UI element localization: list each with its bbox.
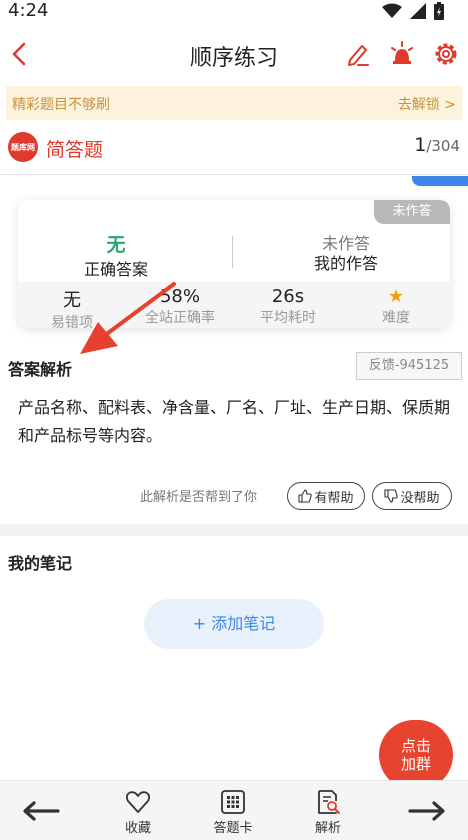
analysis-tab-label: 解析 xyxy=(314,821,341,836)
add-note-button[interactable]: + 添加笔记 xyxy=(144,599,324,649)
status-time: 4:24 xyxy=(8,0,49,21)
banner-text: 精彩题目不够刷 xyxy=(12,97,110,113)
edit-pen-icon[interactable] xyxy=(344,40,372,68)
section-separator xyxy=(0,524,468,536)
notes-title: 我的笔记 xyxy=(8,554,73,573)
favorite-label: 收藏 xyxy=(124,821,151,836)
stat-value: 26s xyxy=(271,286,305,307)
helpful-question: 此解析是否帮到了你 xyxy=(140,490,258,505)
divider xyxy=(0,174,468,175)
correct-answer-label: 正确答案 xyxy=(83,260,148,279)
my-answer-label: 我的作答 xyxy=(313,254,378,273)
stat-label: 平均耗时 xyxy=(260,310,316,326)
unlock-link[interactable]: 去解锁 > xyxy=(398,94,456,114)
answer-sheet-label: 答题卡 xyxy=(213,821,253,836)
stat-avg-time: 26s 平均耗时 xyxy=(234,282,342,327)
status-icons xyxy=(382,2,444,20)
analysis-title: 答案解析 xyxy=(8,360,73,379)
helpful-yes-button[interactable]: 有帮助 xyxy=(287,482,365,510)
question-bank-logo: 题库网 xyxy=(8,132,38,162)
signal-icon xyxy=(410,3,426,19)
helpful-yes-label: 有帮助 xyxy=(314,490,354,506)
night-mode-lamp-icon[interactable] xyxy=(388,40,416,68)
next-arrow-icon[interactable] xyxy=(408,801,446,821)
answer-status-tag: 未作答 xyxy=(374,200,450,224)
stat-difficulty: ★ 难度 xyxy=(342,282,450,327)
heart-icon xyxy=(125,791,151,813)
feedback-button[interactable]: 反馈-945125 xyxy=(356,352,462,380)
card-divider xyxy=(232,236,233,268)
thumbs-down-icon xyxy=(384,489,399,503)
helpful-no-button[interactable]: 没帮助 xyxy=(372,482,452,510)
question-progress: 1/304 xyxy=(414,134,460,156)
prev-arrow-icon[interactable] xyxy=(22,801,60,821)
header: 顺序练习 xyxy=(0,30,468,80)
analysis-text: 产品名称、配料表、净含量、厂名、厂址、生产日期、保质期和产品标号等内容。 xyxy=(18,398,451,445)
back-arrow-icon[interactable] xyxy=(8,40,32,68)
status-bar: 4:24 xyxy=(0,0,468,24)
battery-icon xyxy=(434,2,444,20)
progress-total: /304 xyxy=(426,137,460,155)
annotation-arrow-icon xyxy=(80,282,176,354)
favorite-button[interactable]: 收藏 xyxy=(108,789,168,836)
helpful-no-label: 没帮助 xyxy=(400,490,440,506)
star-icon: ★ xyxy=(387,286,405,307)
answer-sheet-button[interactable]: 答题卡 xyxy=(203,789,263,836)
progress-current: 1 xyxy=(414,134,427,156)
wifi-icon xyxy=(382,3,402,18)
analysis-tab-button[interactable]: 解析 xyxy=(298,789,358,836)
correct-answer-value: 无 xyxy=(106,234,126,256)
join-group-line1: 点击 xyxy=(400,737,431,755)
settings-gear-icon[interactable] xyxy=(432,40,460,68)
thumbs-up-icon xyxy=(298,489,313,503)
join-group-line2: 加群 xyxy=(400,755,431,773)
question-type-label: 简答题 xyxy=(46,139,104,161)
bottom-toolbar: 收藏 答题卡 解析 xyxy=(0,780,468,840)
blue-tab-edge[interactable] xyxy=(412,176,468,186)
grid-card-icon xyxy=(221,790,245,814)
doc-search-icon xyxy=(318,790,340,814)
unlock-banner[interactable]: 精彩题目不够刷 去解锁 > xyxy=(6,86,462,120)
stat-label: 难度 xyxy=(382,310,410,326)
